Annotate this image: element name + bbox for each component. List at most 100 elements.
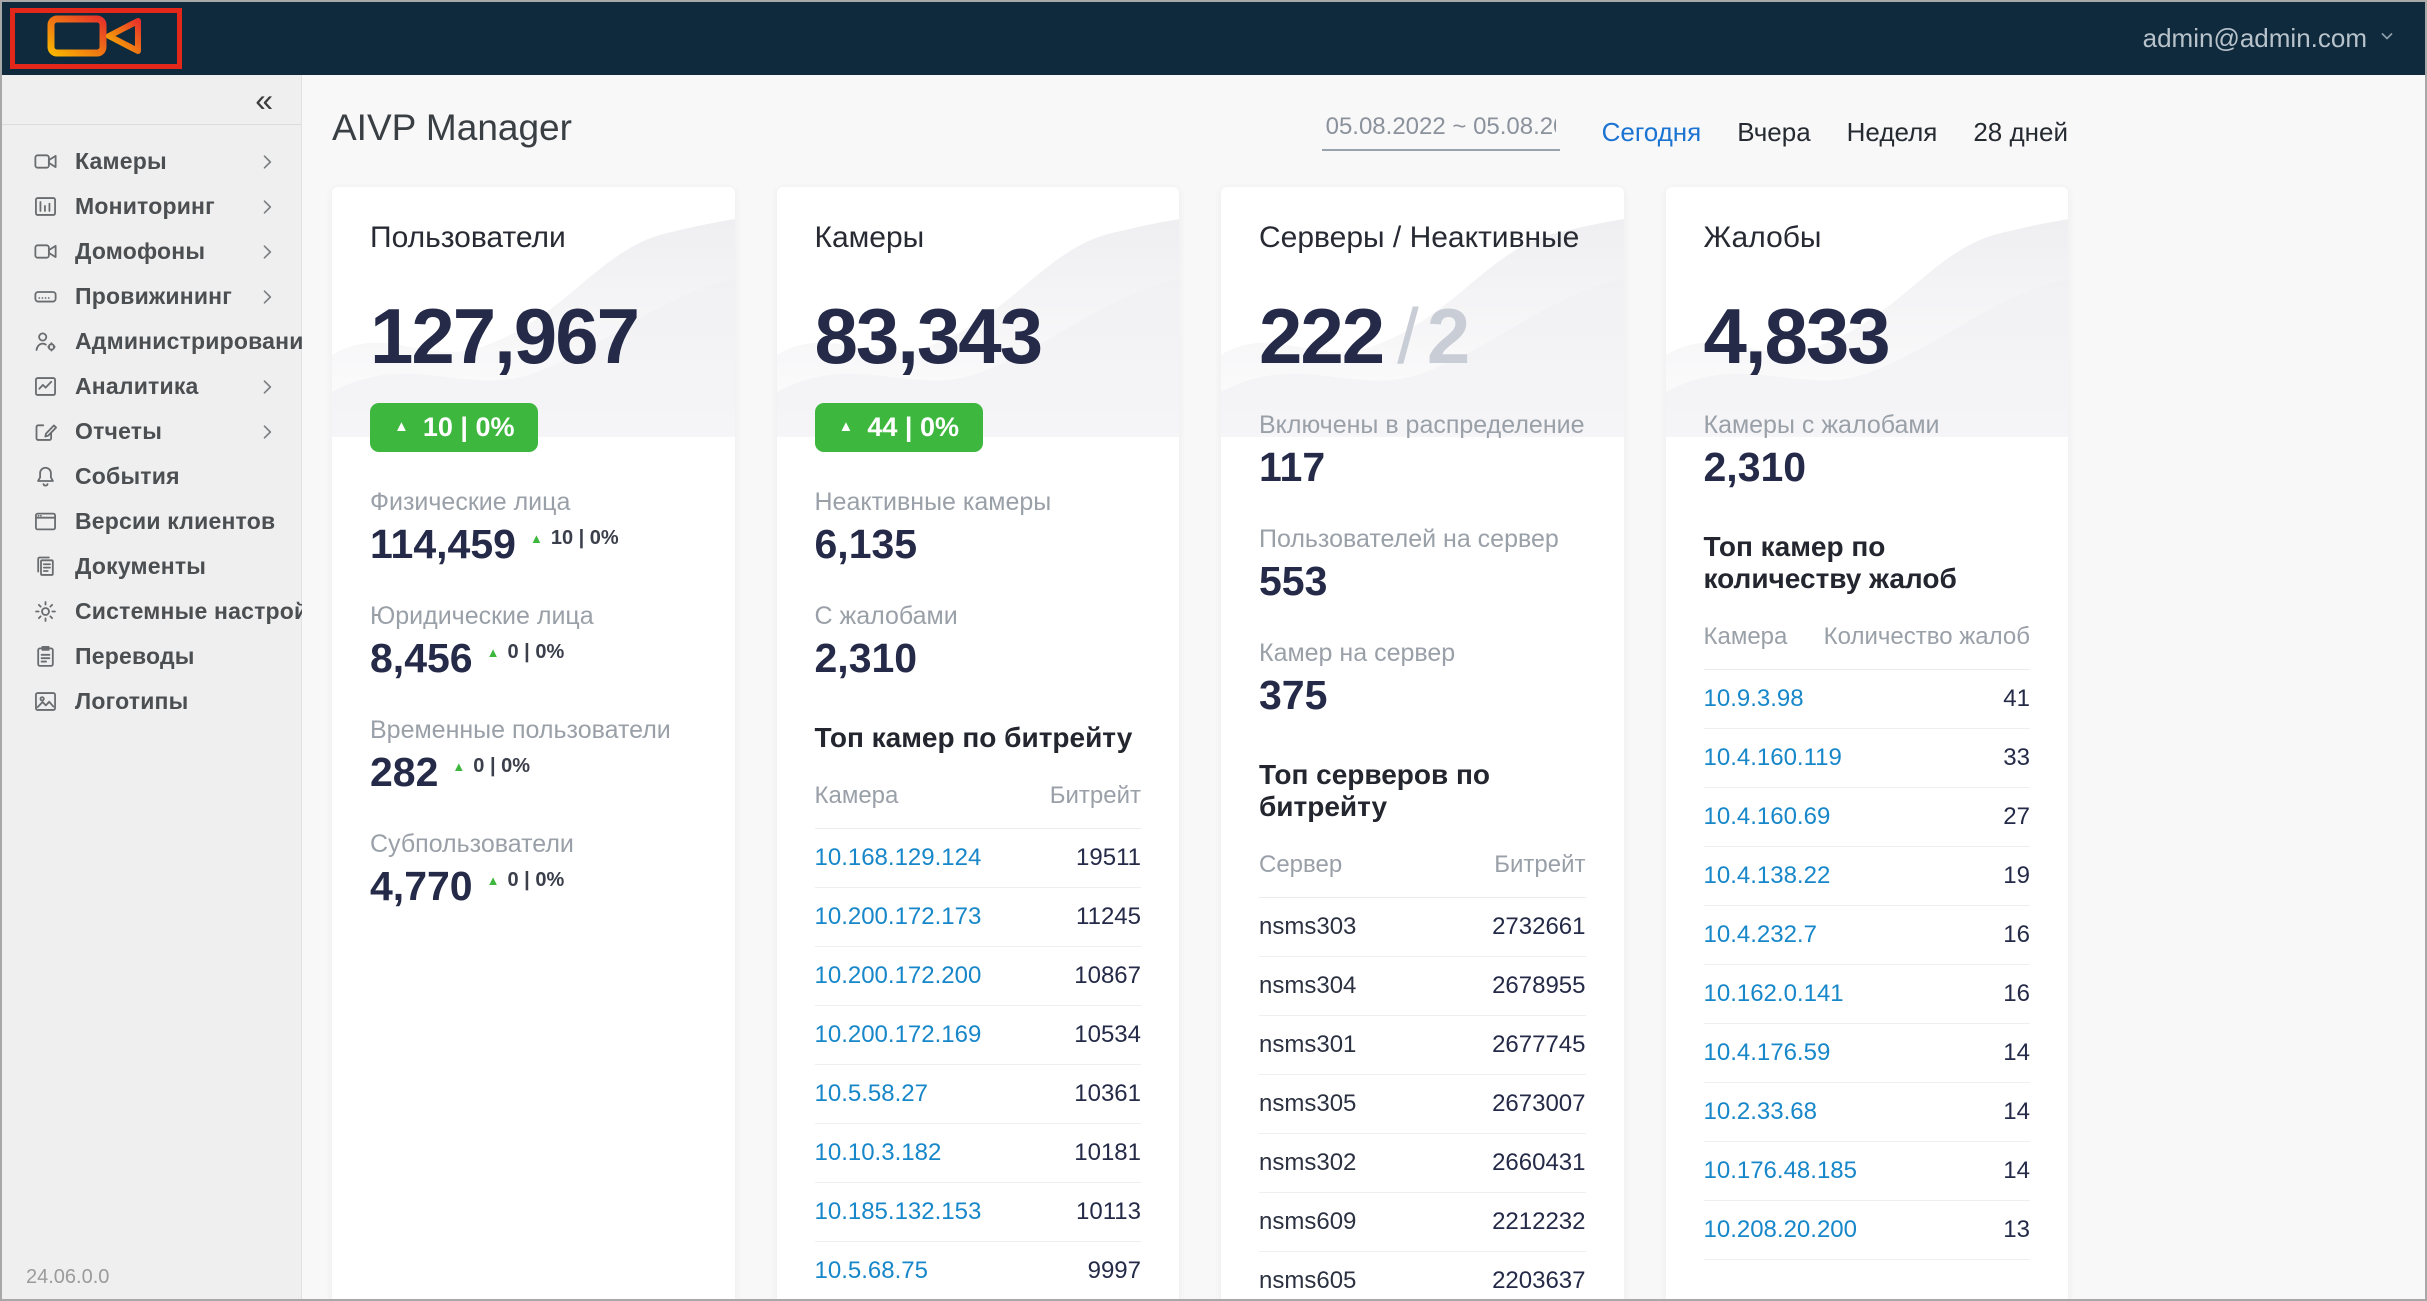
table-row-link[interactable]: 10.5.58.27 [815,1080,928,1108]
bar-chart-icon [32,193,59,220]
sidebar-item-reports[interactable]: Отчеты [2,409,301,454]
chevron-right-icon [257,377,277,397]
table-row-link[interactable]: 10.4.160.119 [1704,744,1842,772]
table-row: 10.200.172.17311245 [815,888,1142,947]
trend-badge-text: 10 | 0% [423,412,515,443]
table-row-value: 41 [2003,685,2030,713]
substat-value-row: 8,456▲0 | 0% [370,637,697,680]
sidebar-item-system-settings[interactable]: Системные настройки [2,589,301,634]
range-tab-week[interactable]: Неделя [1847,117,1938,148]
substat-value: 4,770 [370,865,473,908]
sidebar-item-administration[interactable]: Администрирование [2,319,301,364]
user-menu[interactable]: admin@admin.com [2143,2,2397,75]
table-row: 10.176.48.18514 [1704,1142,2031,1201]
substat-value: 117 [1259,446,1325,489]
table-row-name: nsms605 [1259,1267,1356,1295]
table-row-link[interactable]: 10.5.68.75 [815,1257,928,1285]
substat-delta: ▲0 | 0% [452,755,530,778]
table-row-link[interactable]: 10.4.232.7 [1704,921,1817,949]
table-row-link[interactable]: 10.208.20.200 [1704,1216,1857,1244]
date-range-input[interactable] [1322,113,1560,151]
main-value-secondary: 2 [1427,292,1468,380]
substat-delta: ▲10 | 0% [530,527,619,550]
camera-icon [32,148,59,175]
substat-value: 2,310 [1704,446,1807,489]
table-row-value: 10361 [1074,1080,1141,1108]
substat-1: Включены в распределение117 [1259,411,1586,489]
substat-3: Камер на сервер375 [1259,639,1586,717]
video-camera-icon [46,15,146,62]
camera-icon [32,238,59,265]
table-header-row: СерверБитрейт [1259,851,1586,898]
sidebar-item-translations[interactable]: Переводы [2,634,301,679]
table-row-value: 2677745 [1492,1031,1585,1059]
table-row-value: 16 [2003,921,2030,949]
sidebar-item-label: Мониторинг [75,193,257,220]
table-row-link[interactable]: 10.162.0.141 [1704,980,1844,1008]
sidebar-item-label: Отчеты [75,418,257,445]
table-row: nsms3032732661 [1259,898,1586,957]
table-row-link[interactable]: 10.200.172.200 [815,962,982,990]
table-row-link[interactable]: 10.185.132.153 [815,1198,982,1226]
table-row-link[interactable]: 10.4.176.59 [1704,1039,1831,1067]
table-row-link[interactable]: 10.4.138.22 [1704,862,1831,890]
substat-1: Физические лица114,459▲10 | 0% [370,488,697,566]
sidebar-item-cameras[interactable]: Камеры [2,139,301,184]
substat-3: Временные пользователи 282 ▲0 | 0% [370,716,697,794]
card-complaints: Жалобы4,833Камеры с жалобами2,310Топ кам… [1666,187,2069,1299]
sidebar-item-label: Аналитика [75,373,257,400]
sidebar-item-analytics[interactable]: Аналитика [2,364,301,409]
sidebar-item-label: Администрирование [75,328,317,355]
table-row-value: 33 [2003,744,2030,772]
sidebar-item-provisioning[interactable]: Провижининг [2,274,301,319]
top-table: Топ серверов по битрейтуСерверБитрейтnsm… [1259,759,1586,1299]
sidebar-item-monitoring[interactable]: Мониторинг [2,184,301,229]
table-row-value: 2732661 [1492,913,1585,941]
sidebar-item-client-versions[interactable]: Версии клиентов [2,499,301,544]
chevron-right-icon [257,242,277,262]
table-title: Топ камер по битрейту [815,722,1142,754]
sidebar-item-doorphones[interactable]: Домофоны [2,229,301,274]
substat-label: Временные пользователи [370,716,697,745]
trend-badge: ▲10 | 0% [370,403,538,452]
table-row-link[interactable]: 10.10.3.182 [815,1139,942,1167]
substat-value-row: 114,459▲10 | 0% [370,523,697,566]
substat-value-row: 6,135 [815,523,1142,566]
table-title: Топ камер по количеству жалоб [1704,531,2031,595]
range-tab-yesterday[interactable]: Вчера [1737,117,1810,148]
table-row-value: 10113 [1076,1198,1141,1226]
sidebar-nav: Камеры Мониторинг ДомофоныПровижинингАдмин… [2,125,301,724]
sidebar-item-label: Документы [75,553,277,580]
table-row-value: 10181 [1074,1139,1141,1167]
table-row: 10.4.160.119 33 [1704,729,2031,788]
table-row: 10.4.232.7 16 [1704,906,2031,965]
sidebar-item-logos[interactable]: Логотипы [2,679,301,724]
triangle-up-icon: ▲ [452,760,465,773]
sidebar-item-label: Версии клиентов [75,508,277,535]
logo-highlight-box [10,8,182,69]
table-row-link[interactable]: 10.2.33.68 [1704,1098,1817,1126]
range-tab-28-days[interactable]: 28 дней [1973,117,2068,148]
table-row: 10.4.160.6927 [1704,788,2031,847]
sidebar-item-documents[interactable]: Документы [2,544,301,589]
substat-value: 282 [370,751,438,794]
sidebar-item-events[interactable]: События [2,454,301,499]
table-row-name: nsms609 [1259,1208,1356,1236]
substat-value: 6,135 [815,523,918,566]
triangle-up-icon: ▲ [839,419,854,434]
table-row-link[interactable]: 10.4.160.69 [1704,803,1831,831]
table-row: 10.5.68.759997 [815,1242,1142,1299]
table-row: 10.162.0.14116 [1704,965,2031,1024]
table-row-link[interactable]: 10.176.48.185 [1704,1157,1857,1185]
substat-delta-text: 0 | 0% [507,869,564,892]
range-tab-today[interactable]: Сегодня [1602,117,1702,148]
substat-delta: ▲0 | 0% [487,869,565,892]
collapse-sidebar-icon[interactable]: « [255,84,273,116]
table-row-link[interactable]: 10.200.172.169 [815,1021,982,1049]
card-title: Жалобы [1704,221,2031,255]
page-title: AIVP Manager [332,107,572,149]
table-row-link[interactable]: 10.168.129.124 [815,844,982,872]
table-row-link[interactable]: 10.9.3.98 [1704,685,1804,713]
table-row-link[interactable]: 10.200.172.173 [815,903,982,931]
main-value-number: 127,967 [370,292,638,380]
